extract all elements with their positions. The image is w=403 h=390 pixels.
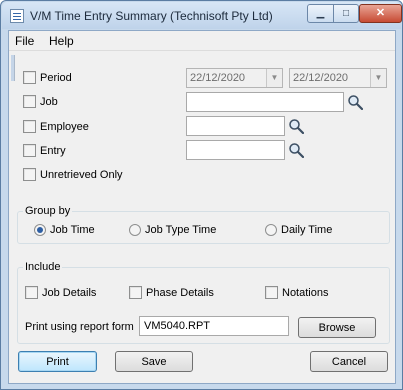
- notations-checkbox[interactable]: [265, 286, 278, 299]
- entry-label: Entry: [40, 144, 66, 157]
- employee-lookup-magnifier-icon[interactable]: [288, 118, 304, 134]
- unretrieved-checkbox[interactable]: [23, 168, 36, 181]
- job-type-time-label: Job Type Time: [145, 224, 217, 236]
- daily-time-label: Daily Time: [281, 224, 333, 236]
- menu-bar: File Help: [9, 31, 395, 51]
- include-title: Include: [23, 261, 63, 273]
- job-details-option[interactable]: Job Details: [25, 286, 96, 299]
- unretrieved-row: Unretrieved Only: [23, 168, 123, 181]
- job-lookup-magnifier-icon[interactable]: [347, 94, 363, 110]
- period-from-date[interactable]: 22/12/2020 ▼: [186, 68, 283, 88]
- phase-details-checkbox[interactable]: [129, 286, 142, 299]
- period-checkbox[interactable]: [23, 71, 36, 84]
- notations-label: Notations: [282, 286, 329, 299]
- close-button[interactable]: ✕: [359, 4, 402, 23]
- job-details-checkbox[interactable]: [25, 286, 38, 299]
- job-checkbox[interactable]: [23, 95, 36, 108]
- notations-option[interactable]: Notations: [265, 286, 328, 299]
- phase-details-label: Phase Details: [146, 286, 214, 299]
- menu-help[interactable]: Help: [49, 34, 74, 48]
- chevron-down-icon[interactable]: ▼: [266, 69, 282, 87]
- group-by-job-time[interactable]: Job Time: [34, 224, 95, 236]
- entry-input[interactable]: [186, 140, 285, 160]
- report-form-input[interactable]: VM5040.RPT: [139, 316, 289, 336]
- employee-label: Employee: [40, 120, 89, 133]
- job-type-time-radio[interactable]: [129, 224, 141, 236]
- report-form-label: Print using report form: [25, 321, 134, 333]
- close-icon: ✕: [375, 7, 386, 19]
- dialog-body: File Help Period 22/12/2020 ▼ 22/12/2020…: [8, 30, 396, 384]
- unretrieved-label: Unretrieved Only: [40, 168, 123, 181]
- save-button[interactable]: Save: [115, 351, 193, 372]
- entry-row: Entry: [23, 144, 66, 157]
- minimize-button[interactable]: ▁: [307, 4, 334, 23]
- job-details-label: Job Details: [42, 286, 97, 299]
- group-by-title: Group by: [23, 205, 73, 217]
- app-icon: [10, 9, 24, 23]
- menu-file[interactable]: File: [15, 34, 34, 48]
- job-time-radio[interactable]: [34, 224, 46, 236]
- maximize-button[interactable]: □: [333, 4, 359, 23]
- browse-button[interactable]: Browse: [298, 317, 376, 338]
- left-edge-marker: [11, 55, 15, 81]
- window-title: V/M Time Entry Summary (Technisoft Pty L…: [30, 9, 273, 23]
- print-button[interactable]: Print: [18, 351, 97, 372]
- period-from-value: 22/12/2020: [190, 72, 246, 84]
- entry-lookup-magnifier-icon[interactable]: [288, 142, 304, 158]
- job-row: Job: [23, 95, 58, 108]
- employee-input[interactable]: [186, 116, 285, 136]
- dialog-window: V/M Time Entry Summary (Technisoft Pty L…: [0, 0, 403, 390]
- title-bar[interactable]: V/M Time Entry Summary (Technisoft Pty L…: [2, 2, 402, 29]
- job-input[interactable]: [186, 92, 344, 112]
- period-row: Period: [23, 71, 72, 84]
- minimize-icon: ▁: [316, 7, 325, 19]
- employee-checkbox[interactable]: [23, 120, 36, 133]
- group-by-daily-time[interactable]: Daily Time: [265, 224, 332, 236]
- cancel-button[interactable]: Cancel: [310, 351, 388, 372]
- employee-row: Employee: [23, 120, 89, 133]
- job-time-label: Job Time: [50, 224, 95, 236]
- group-by-job-type-time[interactable]: Job Type Time: [129, 224, 216, 236]
- maximize-icon: □: [342, 7, 350, 19]
- period-label: Period: [40, 71, 72, 84]
- period-to-date[interactable]: 22/12/2020 ▼: [289, 68, 387, 88]
- entry-checkbox[interactable]: [23, 144, 36, 157]
- phase-details-option[interactable]: Phase Details: [129, 286, 214, 299]
- daily-time-radio[interactable]: [265, 224, 277, 236]
- period-to-value: 22/12/2020: [293, 72, 349, 84]
- chevron-down-icon[interactable]: ▼: [370, 69, 386, 87]
- job-label: Job: [40, 95, 58, 108]
